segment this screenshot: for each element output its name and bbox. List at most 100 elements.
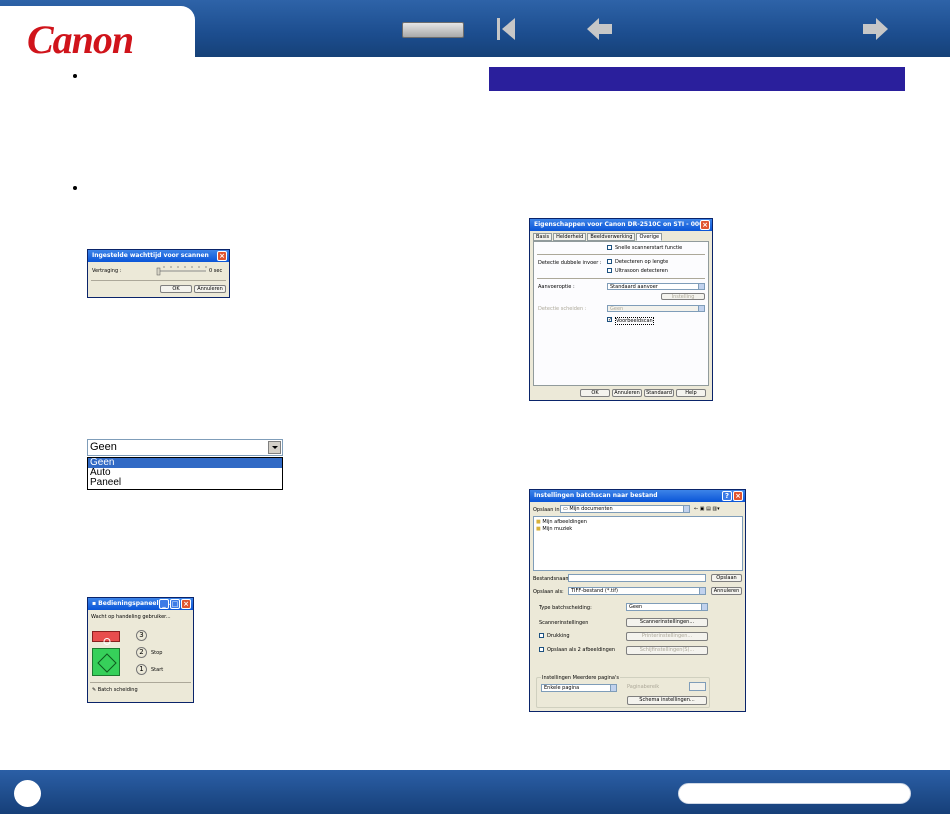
fast-scan-checkbox[interactable]: [607, 245, 612, 250]
separator: [90, 682, 191, 683]
chevron-down-icon[interactable]: [699, 588, 705, 594]
step-2: 2: [136, 647, 147, 658]
dialog-title-text: Instellingen batchscan naar bestand: [534, 492, 658, 499]
previous-page-icon[interactable]: [585, 16, 615, 42]
tab-brightness[interactable]: Helderheid: [553, 233, 587, 241]
tab-basis[interactable]: Basis: [533, 233, 553, 241]
ext-settings-button[interactable]: Schijfinstellingen(S)...: [626, 646, 708, 655]
pages-label: Paginabereik: [627, 684, 660, 690]
footer-search-pill[interactable]: [678, 783, 911, 804]
dropdown-option[interactable]: Paneel: [88, 478, 282, 488]
maximize-icon[interactable]: □: [170, 599, 180, 609]
logo-tab: Canon: [0, 6, 195, 62]
standard-button[interactable]: Standaard: [644, 389, 674, 397]
cancel-button[interactable]: Annuleren: [711, 587, 742, 595]
filename-input[interactable]: [568, 574, 706, 582]
help-button[interactable]: Help: [676, 389, 706, 397]
chevron-down-icon[interactable]: [610, 685, 616, 691]
chevron-down-icon[interactable]: [683, 506, 689, 512]
feed-label: Aanvoeroptie :: [538, 284, 575, 290]
savetype-select[interactable]: TIFF-bestand (*.tif): [568, 587, 706, 595]
toolbar-icons[interactable]: ← ▣ ▤ ▥▾: [694, 506, 720, 512]
separation-label: Type batchscheiding:: [539, 605, 592, 611]
toc-button[interactable]: [402, 22, 464, 38]
step-2-label: Stop: [151, 650, 163, 656]
save-two-label: Opslaan als 2 afbeeldingen: [547, 647, 616, 653]
savetype-label: Opslaan als:: [533, 589, 564, 595]
print-checkbox[interactable]: [539, 633, 544, 638]
close-icon[interactable]: ×: [733, 491, 743, 501]
file-list[interactable]: ■ Mijn afbeeldingen ■ Mijn muziek: [533, 516, 743, 571]
save-button[interactable]: Opslaan: [711, 574, 742, 582]
prescan-checkbox[interactable]: ✓: [607, 317, 612, 323]
step-1: 1: [136, 664, 147, 675]
length-checkbox[interactable]: [607, 259, 612, 264]
cancel-button[interactable]: Annuleren: [612, 389, 642, 397]
close-icon[interactable]: ×: [700, 220, 710, 230]
feed-value: Standaard aanvoer: [610, 284, 658, 290]
batch-label: Detectie scheiden :: [538, 306, 587, 312]
printer-settings-button[interactable]: Printerinstellingen...: [626, 632, 708, 641]
delay-value: 0 sec: [209, 268, 223, 274]
dropdown-option[interactable]: Geen: [88, 458, 282, 468]
multipage-select[interactable]: Enkele pagina: [541, 684, 617, 692]
save-two-checkbox[interactable]: [539, 647, 544, 652]
ultrasonic-label: Ultrasoon detecteren: [615, 268, 668, 274]
dropdown-selected-text: Geen: [90, 441, 117, 453]
next-page-icon[interactable]: [860, 16, 890, 42]
double-feed-label: Detectie dubbele invoer :: [538, 260, 602, 266]
wait-time-dialog: Ingestelde wachttijd voor scannen × Vert…: [87, 249, 230, 298]
feed-select[interactable]: Standaard aanvoer: [607, 283, 705, 290]
minimize-icon[interactable]: _: [159, 599, 169, 609]
pages-input[interactable]: [689, 682, 706, 691]
feed-settings-button[interactable]: Instelling: [661, 293, 705, 300]
properties-dialog: Eigenschappen voor Canon DR-2510C on STI…: [529, 218, 713, 401]
multipage-value: Enkele pagina: [544, 685, 580, 691]
file-item[interactable]: ■ Mijn afbeeldingen: [536, 519, 587, 525]
file-item-label: Mijn afbeeldingen: [542, 519, 587, 525]
save-batch-dialog: Instellingen batchscan naar bestand ? × …: [529, 489, 746, 712]
chevron-down-icon[interactable]: [698, 284, 704, 289]
folder-icon: ■: [536, 519, 541, 525]
file-item[interactable]: ■ Mijn muziek: [536, 526, 572, 532]
separator: [537, 278, 705, 279]
length-label: Detecteren op lengte: [615, 259, 669, 265]
close-icon[interactable]: ×: [217, 251, 227, 261]
batch-separation-dropdown[interactable]: Geen Geen Auto Paneel: [87, 439, 283, 490]
chevron-down-icon[interactable]: [268, 441, 281, 454]
scheme-settings-button[interactable]: Schema instellingen...: [627, 696, 707, 705]
look-in-label: Opslaan in:: [533, 507, 562, 513]
start-button[interactable]: [92, 648, 120, 676]
separation-select[interactable]: Geen: [626, 603, 708, 611]
chevron-down-icon[interactable]: [701, 604, 707, 610]
tab-image-processing[interactable]: Beeldverwerking: [587, 233, 636, 241]
help-icon[interactable]: ?: [722, 491, 732, 501]
ultrasonic-checkbox[interactable]: [607, 268, 612, 273]
panel-status: Wacht op handeling gebruiker...: [91, 614, 171, 620]
step-3: 3: [136, 630, 147, 641]
batch-separation-link[interactable]: ✎ Batch scheiding: [92, 687, 138, 693]
tab-other[interactable]: Overige: [636, 233, 663, 241]
close-icon[interactable]: ×: [181, 599, 191, 609]
delay-slider[interactable]: [156, 265, 208, 277]
scanner-settings-button[interactable]: Scannerinstellingen...: [626, 618, 708, 627]
folder-icon: ■: [536, 526, 541, 532]
step-1-label: Start: [151, 667, 164, 673]
ok-button[interactable]: OK: [580, 389, 610, 397]
chevron-down-icon[interactable]: [698, 306, 704, 311]
ok-button[interactable]: OK: [160, 285, 192, 293]
filename-label: Bestandsnaam:: [533, 576, 572, 582]
cancel-button[interactable]: Annuleren: [194, 285, 226, 293]
dialog-title: Instellingen batchscan naar bestand ? ×: [530, 490, 745, 502]
stop-button[interactable]: [92, 631, 120, 645]
first-page-icon[interactable]: [495, 16, 517, 42]
tab-bar: Basis Helderheid Beeldverwerking Overige: [533, 233, 663, 241]
batch-select[interactable]: Geen: [607, 305, 705, 312]
dropdown-selected[interactable]: Geen: [87, 439, 283, 456]
canon-logo: Canon: [27, 17, 134, 62]
multipage-group: Instellingen Meerdere pagina's Enkele pa…: [536, 675, 710, 708]
fast-scan-label: Snelle scannerstart functie: [615, 245, 683, 251]
look-in-select[interactable]: ▭ Mijn documenten: [560, 505, 690, 513]
document-page: Canon Ingestelde wachttijd voor scannen …: [0, 0, 950, 814]
separator: [537, 254, 705, 255]
